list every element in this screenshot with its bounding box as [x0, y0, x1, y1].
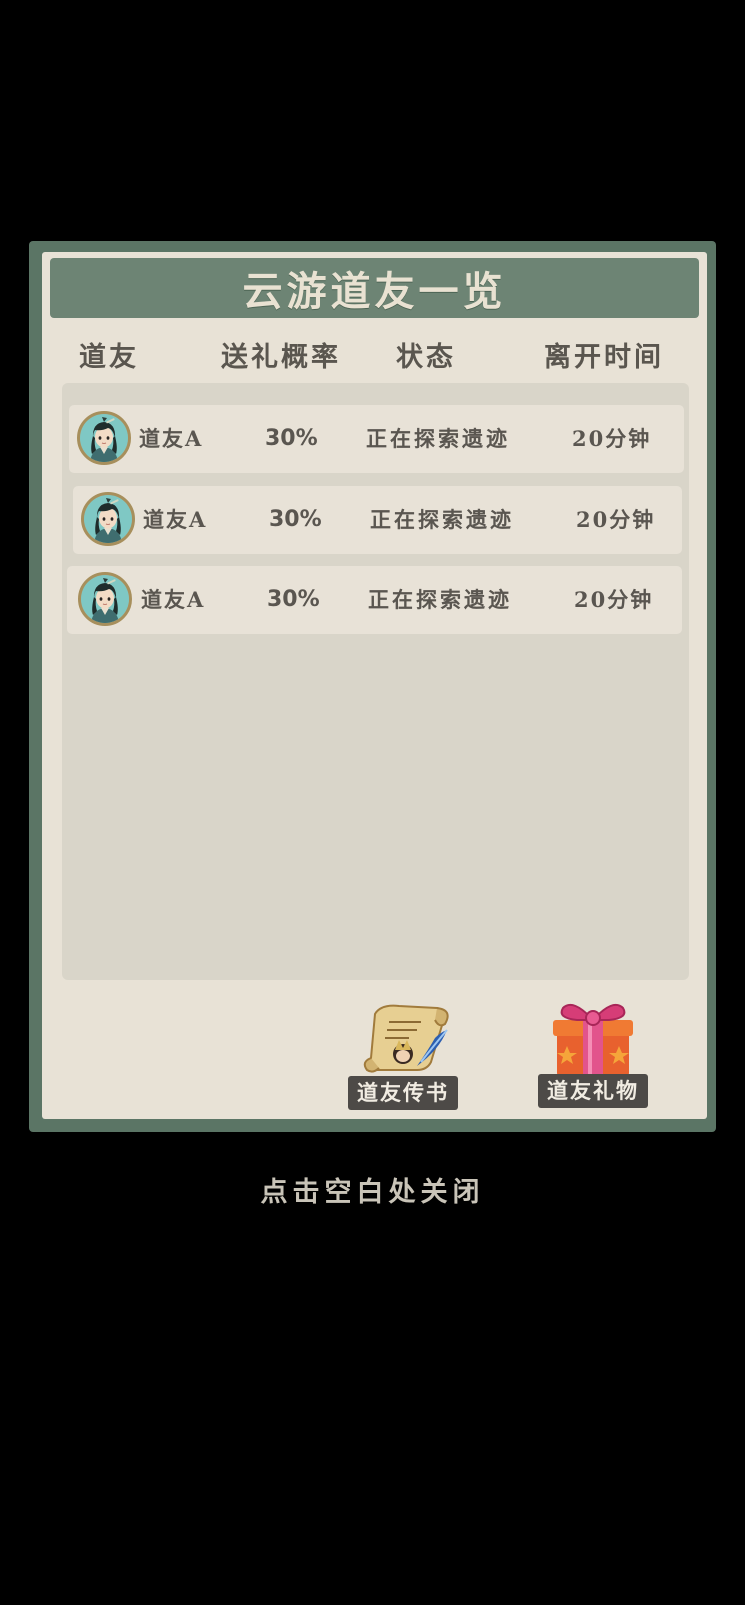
list-item[interactable]: 道友A 30% 正在探索遗迹 20分钟 — [73, 486, 682, 554]
list-item[interactable]: 道友A 30% 正在探索遗迹 20分钟 — [69, 405, 684, 473]
friend-name: 道友A — [141, 587, 206, 612]
character-portrait-icon[interactable] — [78, 572, 132, 626]
screen[interactable]: 云游道友一览 道友 送礼概率 状态 离开时间 道友A 30% 正在探索遗迹 20… — [0, 0, 745, 1605]
gift-box-icon — [553, 1004, 633, 1076]
dialog-body: 云游道友一览 道友 送礼概率 状态 离开时间 道友A 30% 正在探索遗迹 20… — [42, 252, 707, 1119]
close-hint[interactable]: 点击空白处关闭 — [0, 1170, 745, 1209]
dialog-title: 云游道友一览 — [242, 268, 507, 315]
gift-rate: 30% — [265, 426, 318, 451]
gift-rate: 30% — [269, 507, 322, 532]
list-item[interactable]: 道友A 30% 正在探索遗迹 20分钟 — [67, 566, 682, 634]
friend-name: 道友A — [143, 507, 208, 532]
friend-list-dialog: 云游道友一览 道友 送礼概率 状态 离开时间 道友A 30% 正在探索遗迹 20… — [29, 241, 716, 1132]
table-header: 道友 送礼概率 状态 离开时间 — [42, 335, 707, 375]
friend-status: 正在探索遗迹 — [370, 507, 514, 532]
character-portrait-icon[interactable] — [81, 492, 135, 546]
scroll-letter-icon — [363, 1004, 449, 1073]
character-portrait-icon[interactable] — [77, 411, 131, 465]
friend-status: 正在探索遗迹 — [366, 426, 510, 451]
friend-letter-button[interactable]: 道友传书 — [343, 1000, 463, 1110]
leave-time: 20分钟 — [576, 507, 656, 532]
title-bar: 云游道友一览 — [50, 258, 699, 318]
friend-gift-button[interactable]: 道友礼物 — [533, 998, 653, 1108]
friend-status: 正在探索遗迹 — [368, 587, 512, 612]
friend-name: 道友A — [139, 426, 204, 451]
friend-gift-label: 道友礼物 — [538, 1074, 648, 1108]
friend-letter-label: 道友传书 — [348, 1076, 458, 1110]
header-leave-time: 离开时间 — [544, 342, 664, 373]
leave-time: 20分钟 — [574, 587, 654, 612]
header-friend: 道友 — [79, 342, 139, 373]
friend-list[interactable]: 道友A 30% 正在探索遗迹 20分钟 道友A 30% 正在探索遗迹 20分钟 … — [62, 383, 689, 980]
gift-rate: 30% — [267, 587, 320, 612]
header-status: 状态 — [396, 342, 456, 373]
leave-time: 20分钟 — [572, 426, 652, 451]
header-gift-rate: 送礼概率 — [221, 342, 341, 373]
